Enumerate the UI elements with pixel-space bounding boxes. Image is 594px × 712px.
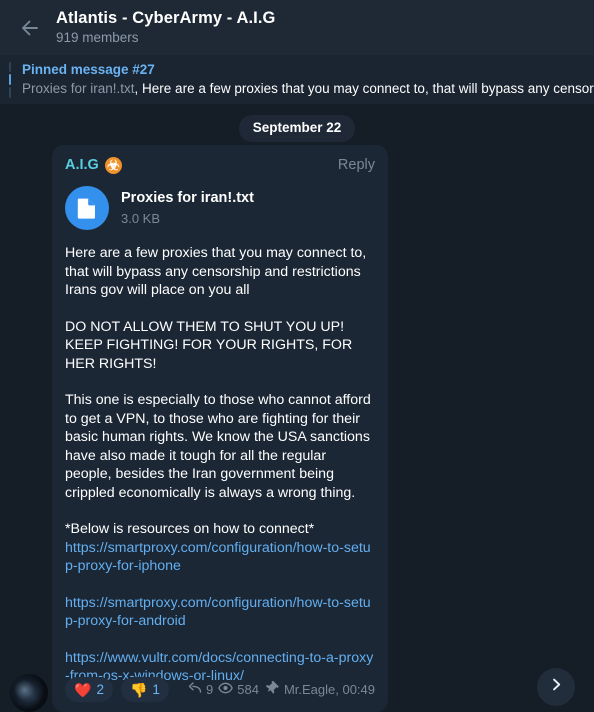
pinned-message-bar[interactable]: Pinned message #27 Proxies for iran!.txt… bbox=[0, 55, 594, 104]
message-metadata: 9 584 Mr.Eagle, 00:49 bbox=[188, 681, 375, 699]
message-list[interactable]: September 22 A.I.G ☣ Reply Proxies for i… bbox=[0, 104, 594, 712]
chat-info[interactable]: Atlantis - CyberArmy - A.I.G 919 members bbox=[56, 8, 275, 47]
message-paragraph: *Below is resources on how to connect* bbox=[65, 520, 375, 539]
back-button[interactable] bbox=[8, 6, 52, 50]
attachment-meta: Proxies for iran!.txt 3.0 KB bbox=[121, 189, 254, 228]
views-count: 584 bbox=[237, 682, 259, 698]
biohazard-emoji-icon: ☣ bbox=[105, 157, 122, 174]
sender-name: A.I.G bbox=[65, 156, 99, 174]
message-bubble-header: A.I.G ☣ Reply bbox=[65, 154, 375, 176]
message-paragraph: Here are a few proxies that you may conn… bbox=[65, 244, 375, 300]
pin-icon bbox=[266, 681, 280, 699]
eye-icon bbox=[218, 682, 233, 698]
replies-stat[interactable]: 9 bbox=[188, 682, 213, 698]
replies-count: 9 bbox=[206, 682, 213, 698]
pinned-message-texts: Pinned message #27 Proxies for iran!.txt… bbox=[22, 60, 594, 99]
message-text: Here are a few proxies that you may conn… bbox=[65, 244, 375, 686]
date-divider-row: September 22 bbox=[0, 104, 594, 142]
reaction-bar: ❤️ 2 👎 1 bbox=[65, 677, 169, 702]
pinned-progress-track bbox=[9, 62, 11, 98]
message-paragraph: This one is especially to those who cann… bbox=[65, 391, 375, 502]
resource-link-iphone[interactable]: https://smartproxy.com/configuration/how… bbox=[65, 539, 375, 576]
author-and-time: Mr.Eagle, 00:49 bbox=[284, 682, 375, 698]
chat-header: Atlantis - CyberArmy - A.I.G 919 members bbox=[0, 0, 594, 55]
date-divider: September 22 bbox=[239, 115, 356, 142]
pinned-segment bbox=[9, 62, 11, 73]
message-sender[interactable]: A.I.G ☣ bbox=[65, 156, 122, 174]
reply-button[interactable]: Reply bbox=[338, 156, 375, 174]
attachment-filename: Proxies for iran!.txt bbox=[121, 189, 254, 208]
page-title: Atlantis - CyberArmy - A.I.G bbox=[56, 8, 275, 28]
pinned-snippet-filename: Proxies for iran!.txt bbox=[22, 81, 135, 96]
message-paragraph: DO NOT ALLOW THEM TO SHUT YOU UP! KEEP F… bbox=[65, 318, 375, 374]
pinned-segment bbox=[9, 87, 11, 98]
scroll-to-bottom-button[interactable] bbox=[537, 668, 575, 706]
pinned-snippet-text: , Here are a few proxies that you may co… bbox=[135, 81, 594, 96]
reaction-count: 1 bbox=[152, 683, 160, 697]
views-stat: 584 bbox=[218, 682, 259, 698]
chevron-right-icon bbox=[548, 676, 565, 698]
arrow-left-icon bbox=[18, 16, 42, 40]
pinned-message-label: Pinned message #27 bbox=[22, 60, 594, 79]
pinned-segment-active bbox=[9, 74, 11, 85]
author-stat: Mr.Eagle, 00:49 bbox=[266, 681, 375, 699]
reaction-thumbs-down[interactable]: 👎 1 bbox=[121, 677, 169, 702]
thumbs-down-icon: 👎 bbox=[130, 683, 147, 697]
heart-icon: ❤️ bbox=[74, 683, 91, 697]
resource-link-android[interactable]: https://smartproxy.com/configuration/how… bbox=[65, 594, 375, 631]
reply-arrow-icon bbox=[188, 682, 202, 698]
reaction-count: 2 bbox=[96, 683, 104, 697]
pinned-message-snippet: Proxies for iran!.txt, Here are a few pr… bbox=[22, 79, 594, 99]
avatar-image bbox=[10, 674, 48, 712]
attachment-row[interactable]: Proxies for iran!.txt 3.0 KB bbox=[65, 186, 375, 230]
member-count: 919 members bbox=[56, 29, 275, 47]
document-icon bbox=[65, 186, 109, 230]
message-bubble[interactable]: A.I.G ☣ Reply Proxies for iran!.txt 3.0 … bbox=[52, 145, 388, 712]
attachment-filesize: 3.0 KB bbox=[121, 210, 254, 228]
reaction-heart[interactable]: ❤️ 2 bbox=[65, 677, 113, 702]
avatar[interactable] bbox=[10, 674, 48, 712]
